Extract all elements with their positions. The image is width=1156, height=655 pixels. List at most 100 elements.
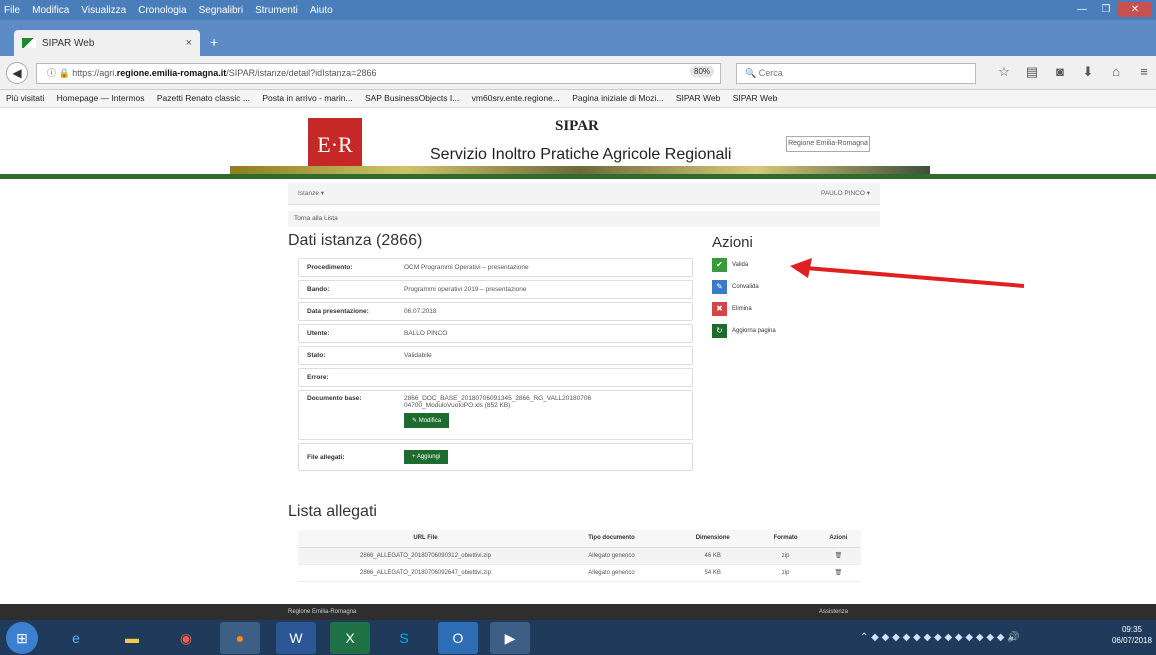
- allegati-table: URL File Tipo documento Dimensione Forma…: [298, 530, 861, 582]
- word-icon[interactable]: W: [276, 622, 316, 654]
- refresh-icon: ↻: [712, 324, 727, 338]
- site-footer: Regione Emilia-Romagna Assistenza: [0, 604, 1156, 620]
- file-allegati-row: File allegati: + Aggiungi: [298, 443, 693, 471]
- column-header[interactable]: Tipo documento: [553, 530, 670, 548]
- bookmark-item[interactable]: SIPAR Web: [676, 93, 721, 103]
- column-header[interactable]: Formato: [755, 530, 816, 548]
- delete-icon[interactable]: 🗑: [815, 547, 861, 565]
- menu-strumenti[interactable]: Strumenti: [255, 5, 298, 16]
- tab-bar: SIPAR Web × +: [0, 20, 1156, 56]
- footer-assistenza-link[interactable]: Assistenza: [819, 604, 848, 620]
- back-arrow-icon[interactable]: ◀: [6, 62, 28, 84]
- check-icon: ✔: [712, 258, 727, 272]
- skype-icon[interactable]: S: [384, 622, 424, 654]
- detail-key: Stato:: [307, 352, 326, 359]
- menu-aiuto[interactable]: Aiuto: [310, 5, 333, 16]
- detail-value: [404, 374, 692, 382]
- url-bar[interactable]: ⓘ 🔒 https://agri.regione.emilia-romagna.…: [36, 63, 721, 84]
- aggiungi-label: Aggiungi: [416, 454, 441, 460]
- start-button-icon[interactable]: ⊞: [6, 622, 38, 654]
- bookmark-item[interactable]: Più visitati: [6, 93, 44, 103]
- user-menu[interactable]: PAULO PINCO ▾: [821, 183, 870, 205]
- menu-segnalibri[interactable]: Segnalibri: [199, 5, 243, 16]
- menu-file[interactable]: File: [4, 5, 20, 16]
- table-cell: Allegato generico: [553, 547, 670, 565]
- app-name: SIPAR: [555, 118, 599, 134]
- detail-value: 06.07.2018: [404, 308, 437, 315]
- sipar-favicon-icon: [22, 38, 36, 48]
- azioni-title: Azioni: [712, 234, 753, 251]
- new-tab-button[interactable]: +: [210, 34, 218, 50]
- outlook-icon[interactable]: O: [438, 622, 478, 654]
- maximize-button[interactable]: ❐: [1094, 2, 1118, 17]
- internet-explorer-icon[interactable]: e: [56, 622, 96, 654]
- menu-modifica[interactable]: Modifica: [32, 5, 69, 16]
- download-icon[interactable]: ⬇: [1074, 64, 1102, 80]
- detail-key: Documento base:: [307, 395, 362, 402]
- search-input[interactable]: 🔍 Cerca: [736, 63, 976, 84]
- file-explorer-icon[interactable]: ▬: [112, 622, 152, 654]
- bookmark-item[interactable]: vm60srv.ente.regione...: [472, 93, 560, 103]
- tab-sipar-web[interactable]: SIPAR Web ×: [14, 30, 200, 56]
- system-tray-icons[interactable]: ⌃ ◆ ◆ ◆ ◆ ◆ ◆ ◆ ◆ ◆ ◆ ◆ ◆ ◆ 🔊: [860, 632, 1020, 643]
- toolbar-icons: ☆ ▤ ◙ ⬇ ⌂ ≡: [990, 64, 1156, 80]
- bookmark-item[interactable]: Pazetti Renato classic ...: [157, 93, 250, 103]
- menu-cronologia[interactable]: Cronologia: [138, 5, 186, 16]
- column-header[interactable]: Azioni: [815, 530, 861, 548]
- column-header[interactable]: Dimensione: [669, 530, 756, 548]
- elimina-action[interactable]: ✖ Elimina: [712, 302, 776, 316]
- convalida-action[interactable]: ✎ Convalida: [712, 280, 776, 294]
- app-icon[interactable]: ▶: [490, 622, 530, 654]
- system-clock[interactable]: 09:35 06/07/2018: [1112, 624, 1152, 646]
- window-controls: — ❐ ✕: [1070, 2, 1152, 17]
- region-logo: Regione Emilia-Romagna: [786, 136, 870, 152]
- clock-date: 06/07/2018: [1111, 636, 1152, 645]
- action-label: Aggiorna pagina: [732, 328, 776, 334]
- detail-row: Bando: Programmi operativi 2019 – present…: [298, 280, 693, 299]
- istanze-menu[interactable]: Istanze ▾: [298, 190, 324, 197]
- excel-icon[interactable]: X: [330, 622, 370, 654]
- documento-base-file[interactable]: 2866_DOC_BASE_20180706091345_2866_RG_VAL…: [404, 395, 591, 409]
- dati-istanza-table: Procedimento: OCM Programmi Operativi – p…: [298, 258, 693, 474]
- tab-title: SIPAR Web: [42, 37, 95, 49]
- menu-icon[interactable]: ≡: [1130, 64, 1156, 80]
- sub-navigation: Istanze ▾ PAULO PINCO ▾: [288, 183, 880, 205]
- file-link[interactable]: 2866_ALLEGATO_20180706090312_obiettivi.z…: [298, 547, 553, 565]
- bookmark-item[interactable]: Posta in arrivo - marin...: [262, 93, 352, 103]
- table-row: 2866_ALLEGATO_20180706092647_obiettivi.z…: [298, 564, 861, 582]
- detail-value: BALLO PINCO: [404, 330, 448, 337]
- dati-istanza-title: Dati istanza (2866): [288, 232, 423, 249]
- bookmark-item[interactable]: Homepage — Intermos: [57, 93, 145, 103]
- minimize-button[interactable]: —: [1070, 2, 1094, 17]
- close-window-button[interactable]: ✕: [1118, 2, 1152, 17]
- table-cell: zip: [755, 564, 816, 582]
- firefox-icon[interactable]: ●: [220, 622, 260, 654]
- aggiorna-pagina-action[interactable]: ↻ Aggiorna pagina: [712, 324, 776, 338]
- modifica-button[interactable]: ✎ Modifica: [404, 413, 450, 428]
- home-icon[interactable]: ⌂: [1102, 64, 1130, 80]
- bookmark-star-icon[interactable]: ☆: [990, 64, 1018, 80]
- column-header[interactable]: URL File: [298, 530, 553, 548]
- library-icon[interactable]: ▤: [1018, 64, 1046, 80]
- bookmark-item[interactable]: Pagina iniziale di Mozi...: [572, 93, 663, 103]
- back-to-list-link[interactable]: Torna alla Lista: [288, 211, 880, 227]
- file-link[interactable]: 2866_ALLEGATO_20180706092647_obiettivi.z…: [298, 564, 553, 582]
- detail-key: Utente:: [307, 330, 330, 337]
- bookmark-item[interactable]: SAP BusinessObjects I...: [365, 93, 459, 103]
- aggiungi-button[interactable]: + Aggiungi: [404, 450, 449, 464]
- chrome-icon[interactable]: ◉: [166, 622, 206, 654]
- tab-close-icon[interactable]: ×: [186, 37, 192, 49]
- detail-row: Errore:: [298, 368, 693, 387]
- detail-key: Errore:: [307, 374, 329, 381]
- table-cell: 54 KB: [669, 564, 756, 582]
- er-logo[interactable]: E·R: [308, 118, 362, 172]
- pocket-icon[interactable]: ◙: [1046, 64, 1074, 80]
- trash-icon: ✖: [712, 302, 727, 316]
- valida-action[interactable]: ✔ Valida: [712, 258, 776, 272]
- url-path: /SIPAR/istanze/detail?idIstanza=2866: [226, 68, 377, 78]
- zoom-level[interactable]: 80%: [690, 66, 715, 77]
- delete-icon[interactable]: 🗑: [815, 564, 861, 582]
- bookmark-item[interactable]: SIPAR Web: [733, 93, 778, 103]
- pencil-icon: ✎: [712, 280, 727, 294]
- menu-visualizza[interactable]: Visualizza: [81, 5, 126, 16]
